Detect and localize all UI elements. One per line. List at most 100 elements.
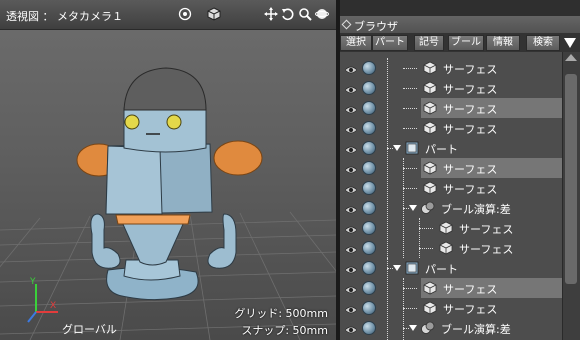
expand-triangle-icon[interactable] <box>409 205 417 211</box>
eye-icon[interactable] <box>344 84 358 94</box>
display-mode-icon[interactable] <box>362 121 376 135</box>
eye-icon[interactable] <box>344 104 358 114</box>
tab-part[interactable]: パート <box>372 35 408 51</box>
display-mode-icon[interactable] <box>362 161 376 175</box>
tree-item-label: サーフェス <box>443 63 498 76</box>
tree-row-surface[interactable]: サーフェス <box>340 278 562 298</box>
tree-connector <box>419 248 433 249</box>
surface-icon <box>439 221 453 235</box>
eye-icon[interactable] <box>344 244 358 254</box>
tree-row-surface[interactable]: サーフェス <box>340 298 562 318</box>
tree-item-label: サーフェス <box>443 163 498 176</box>
eye-icon[interactable] <box>344 304 358 314</box>
zoom-icon[interactable] <box>298 7 312 21</box>
display-mode-icon[interactable] <box>362 141 376 155</box>
triangle-down-icon[interactable] <box>564 38 576 48</box>
tree-row-surface[interactable]: サーフェス <box>340 178 562 198</box>
collapse-icon[interactable] <box>341 19 352 30</box>
tree-connector <box>403 288 417 289</box>
scroll-thumb[interactable] <box>565 74 577 284</box>
display-mode-icon[interactable] <box>362 281 376 295</box>
boolean-icon <box>421 321 435 335</box>
display-mode-icon[interactable] <box>362 241 376 255</box>
eye-icon[interactable] <box>344 124 358 134</box>
tree-item-label: サーフェス <box>443 123 498 136</box>
tree-row-surface[interactable]: サーフェス <box>340 118 562 138</box>
tree-guide-line <box>419 218 420 258</box>
display-mode-icon[interactable] <box>362 321 376 335</box>
tree-item-label: パート <box>425 263 458 276</box>
perspective-viewport[interactable]: 透視図 ： メタカメラ１ Y X グリッド: 500mm スナップ: 50mm … <box>0 0 336 340</box>
display-mode-icon[interactable] <box>362 201 376 215</box>
scroll-up-arrow[interactable] <box>565 54 577 61</box>
display-mode-icon[interactable] <box>362 221 376 235</box>
eye-icon[interactable] <box>344 64 358 74</box>
eye-icon[interactable] <box>344 224 358 234</box>
tree-row-surface[interactable]: サーフェス <box>340 58 562 78</box>
tree-connector <box>403 88 417 89</box>
eye-icon[interactable] <box>344 264 358 274</box>
surface-icon <box>423 101 437 115</box>
surface-icon <box>423 161 437 175</box>
tree-item-label: ブール演算:差 <box>441 323 511 336</box>
surface-icon <box>423 81 437 95</box>
browser-tree: サーフェス サーフェス サーフェス サーフェス パート サーフェス サーフェス ブール演算:差… <box>340 58 562 340</box>
expand-triangle-icon[interactable] <box>393 265 401 271</box>
axis-x-label: X <box>50 301 56 311</box>
eye-icon[interactable] <box>344 204 358 214</box>
browser-scrollbar[interactable] <box>562 52 580 340</box>
part-icon <box>405 261 419 275</box>
surface-icon <box>439 241 453 255</box>
display-mode-icon[interactable] <box>362 81 376 95</box>
tab-search[interactable]: 検索 <box>526 35 560 51</box>
orbit-icon[interactable] <box>315 7 329 21</box>
expand-triangle-icon[interactable] <box>409 325 417 331</box>
tab-symbol[interactable]: 記号 <box>414 35 444 51</box>
move-icon[interactable] <box>264 7 278 21</box>
axis-y-label: Y <box>29 277 36 287</box>
rotate-icon[interactable] <box>281 7 295 21</box>
eye-icon[interactable] <box>344 284 358 294</box>
viewport-camera-title[interactable]: 透視図 ： メタカメラ１ <box>6 8 123 24</box>
tree-row-part[interactable]: パート <box>340 258 562 278</box>
display-mode-icon[interactable] <box>362 101 376 115</box>
surface-icon <box>423 121 437 135</box>
tree-connector <box>419 228 433 229</box>
tree-row-surface[interactable]: サーフェス <box>340 238 562 258</box>
cube-icon[interactable] <box>207 7 221 21</box>
expand-triangle-icon[interactable] <box>393 145 401 151</box>
eye-icon[interactable] <box>344 144 358 154</box>
tree-item-label: サーフェス <box>443 103 498 116</box>
tab-select[interactable]: 選択 <box>340 35 372 51</box>
tree-guide-line <box>403 278 404 340</box>
tree-row-boolean[interactable]: ブール演算:差 <box>340 198 562 218</box>
display-mode-icon[interactable] <box>362 261 376 275</box>
surface-icon <box>423 281 437 295</box>
tree-item-label: ブール演算:差 <box>441 203 511 216</box>
tree-row-surface[interactable]: サーフェス <box>340 158 562 178</box>
tree-row-surface[interactable]: サーフェス <box>340 78 562 98</box>
browser-tabs: 選択 パート 記号 ブール 情報 検索 <box>340 34 580 52</box>
eye-icon[interactable] <box>344 324 358 334</box>
display-mode-icon[interactable] <box>362 181 376 195</box>
eye-icon[interactable] <box>344 164 358 174</box>
tree-connector <box>403 308 417 309</box>
tree-row-surface[interactable]: サーフェス <box>340 98 562 118</box>
target-icon[interactable] <box>178 7 192 21</box>
scene-canvas[interactable]: Y X <box>0 30 336 340</box>
tree-item-label: サーフェス <box>443 303 498 316</box>
tree-row-surface[interactable]: サーフェス <box>340 218 562 238</box>
display-mode-icon[interactable] <box>362 61 376 75</box>
browser-title: ブラウザ <box>354 20 398 33</box>
tree-row-part[interactable]: パート <box>340 138 562 158</box>
tree-connector <box>403 68 417 69</box>
tree-item-label: サーフェス <box>443 83 498 96</box>
surface-icon <box>423 61 437 75</box>
tab-info[interactable]: 情報 <box>486 35 520 51</box>
part-icon <box>405 141 419 155</box>
tab-boolean[interactable]: ブール <box>448 35 484 51</box>
eye-icon[interactable] <box>344 184 358 194</box>
tree-row-boolean[interactable]: ブール演算:差 <box>340 318 562 338</box>
coordinate-system-selector[interactable]: グローバル <box>62 321 117 337</box>
display-mode-icon[interactable] <box>362 301 376 315</box>
